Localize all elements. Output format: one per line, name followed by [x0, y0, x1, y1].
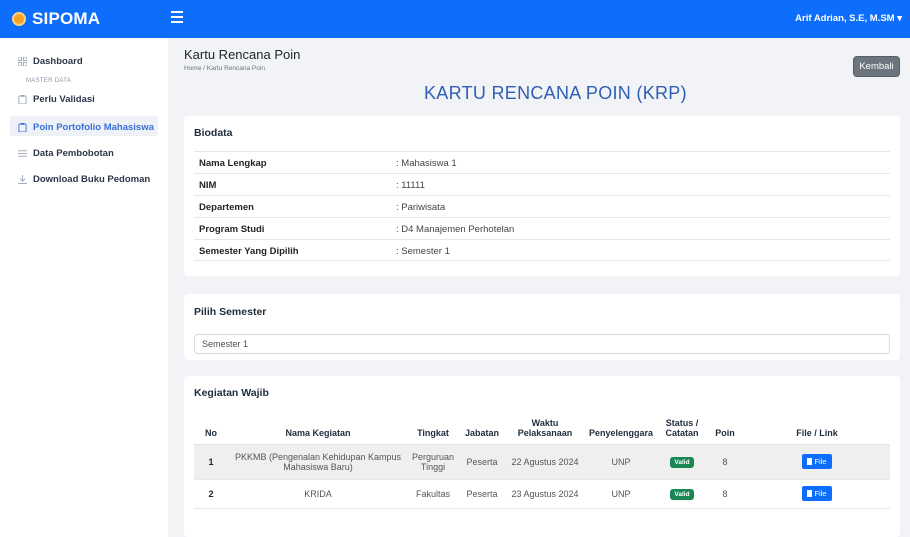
breadcrumb[interactable]: Home / Kartu Rencana Poin — [184, 65, 300, 72]
column-header: Jabatan — [458, 414, 506, 445]
krp-heading: KARTU RENCANA POIN (KRP) — [424, 83, 687, 103]
cell-jabatan: Peserta — [458, 479, 506, 509]
kegiatan-card: Kegiatan Wajib No Nama Kegiatan Tingkat … — [184, 376, 900, 537]
biodata-label: Nama Lengkap — [199, 158, 267, 169]
biodata-row: NIM : 11111 — [194, 173, 890, 195]
sidebar-item-dashboard[interactable]: Dashboard — [18, 56, 83, 67]
cell-waktu: 23 Agustus 2024 — [506, 479, 584, 509]
brand[interactable]: SIPOMA — [12, 9, 100, 29]
biodata-label: NIM — [199, 180, 217, 191]
page-header: Kartu Rencana Poin Home / Kartu Rencana … — [184, 47, 300, 72]
download-icon — [18, 175, 27, 184]
sidebar-item-perlu-validasi[interactable]: Perlu Validasi — [18, 94, 95, 105]
sidebar-item-label: Dashboard — [33, 56, 83, 67]
grid-icon — [18, 57, 27, 66]
file-button[interactable]: File — [802, 486, 832, 501]
cell-nama: PKKMB (Pengenalan Kehidupan Kampus Mahas… — [228, 444, 408, 480]
biodata-label: Program Studi — [199, 224, 265, 235]
biodata-value: : 11111 — [396, 180, 425, 191]
sidebar-item-label: Download Buku Pedoman — [33, 174, 151, 185]
cell-no: 1 — [194, 444, 228, 480]
clipboard-icon — [18, 123, 27, 132]
biodata-label: Departemen — [199, 202, 254, 213]
cell-file: File — [744, 444, 890, 480]
column-header: Waktu Pelaksanaan — [506, 414, 584, 445]
sidebar: Dashboard MASTER DATA Perlu Validasi Poi… — [0, 38, 168, 537]
column-header: Tingkat — [408, 414, 458, 445]
sidebar-item-poin-portofolio[interactable]: Poin Portofolio Mahasiswa — [18, 122, 154, 133]
kegiatan-table: No Nama Kegiatan Tingkat Jabatan Waktu P… — [194, 414, 890, 509]
biodata-value: : D4 Manajemen Perhotelan — [396, 224, 515, 235]
column-header: Penyelenggara — [584, 414, 658, 445]
file-button-label: File — [814, 489, 827, 498]
biodata-card: Biodata Nama Lengkap : Mahasiswa 1 NIM :… — [184, 116, 900, 276]
biodata-row: Departemen : Pariwisata — [194, 195, 890, 217]
cell-nama: KRIDA — [228, 479, 408, 509]
document-icon — [807, 458, 813, 465]
list-icon — [18, 150, 27, 157]
sidebar-section-label: MASTER DATA — [26, 78, 72, 84]
cell-no: 2 — [194, 479, 228, 509]
sidebar-item-download-buku[interactable]: Download Buku Pedoman — [18, 174, 150, 185]
user-menu[interactable]: Arif Adrian, S.E, M.SM ▾ — [795, 13, 902, 24]
column-header: Poin — [706, 414, 744, 445]
cell-status: Valid — [658, 479, 706, 509]
cell-tingkat: Perguruan Tinggi — [408, 444, 458, 480]
biodata-row: Program Studi : D4 Manajemen Perhotelan — [194, 217, 890, 239]
menu-icon[interactable] — [171, 11, 183, 25]
logo-icon — [12, 12, 26, 26]
semester-title: Pilih Semester — [194, 306, 267, 318]
biodata-value: : Mahasiswa 1 — [396, 158, 457, 169]
cell-poin: 8 — [706, 444, 744, 480]
app-name: SIPOMA — [32, 9, 101, 28]
column-header: No — [194, 414, 228, 445]
status-badge: Valid — [670, 488, 694, 500]
table-header-row: No Nama Kegiatan Tingkat Jabatan Waktu P… — [194, 414, 890, 445]
biodata-value: : Pariwisata — [396, 202, 446, 213]
column-header: Nama Kegiatan — [228, 414, 408, 445]
biodata-value: : Semester 1 — [396, 246, 450, 257]
semester-select[interactable]: Semester 1 — [194, 334, 890, 354]
cell-jabatan: Peserta — [458, 444, 506, 480]
clipboard-icon — [18, 95, 27, 104]
biodata-title: Biodata — [194, 127, 233, 139]
semester-card: Pilih Semester Semester 1 — [184, 294, 900, 360]
cell-poin: 8 — [706, 479, 744, 509]
column-header: File / Link — [744, 414, 890, 445]
status-badge: Valid — [670, 456, 694, 468]
kegiatan-title: Kegiatan Wajib — [194, 387, 269, 399]
page-title: Kartu Rencana Poin — [184, 47, 301, 62]
sidebar-item-data-pembobotan[interactable]: Data Pembobotan — [18, 148, 114, 159]
cell-file: File — [744, 479, 890, 509]
sidebar-item-label: Poin Portofolio Mahasiswa — [33, 122, 154, 133]
cell-status: Valid — [658, 444, 706, 480]
cell-tingkat: Fakultas — [408, 479, 458, 509]
cell-waktu: 22 Agustus 2024 — [506, 444, 584, 480]
biodata-row: Nama Lengkap : Mahasiswa 1 — [194, 151, 890, 173]
cell-penyelenggara: UNP — [584, 444, 658, 480]
sidebar-item-label: Data Pembobotan — [33, 148, 114, 159]
column-header: Status / Catatan — [658, 414, 706, 445]
file-button-label: File — [814, 457, 827, 466]
document-icon — [807, 490, 813, 497]
biodata-row: Semester Yang Dipilih : Semester 1 — [194, 239, 890, 261]
cell-penyelenggara: UNP — [584, 479, 658, 509]
top-navbar: SIPOMA Arif Adrian, S.E, M.SM ▾ — [0, 0, 910, 38]
biodata-label: Semester Yang Dipilih — [199, 246, 299, 257]
table-row: 2 KRIDA Fakultas Peserta 23 Agustus 2024… — [194, 479, 890, 509]
back-button[interactable]: Kembali — [853, 56, 900, 77]
table-row: 1 PKKMB (Pengenalan Kehidupan Kampus Mah… — [194, 444, 890, 480]
file-button[interactable]: File — [802, 454, 832, 469]
sidebar-item-label: Perlu Validasi — [33, 94, 95, 105]
